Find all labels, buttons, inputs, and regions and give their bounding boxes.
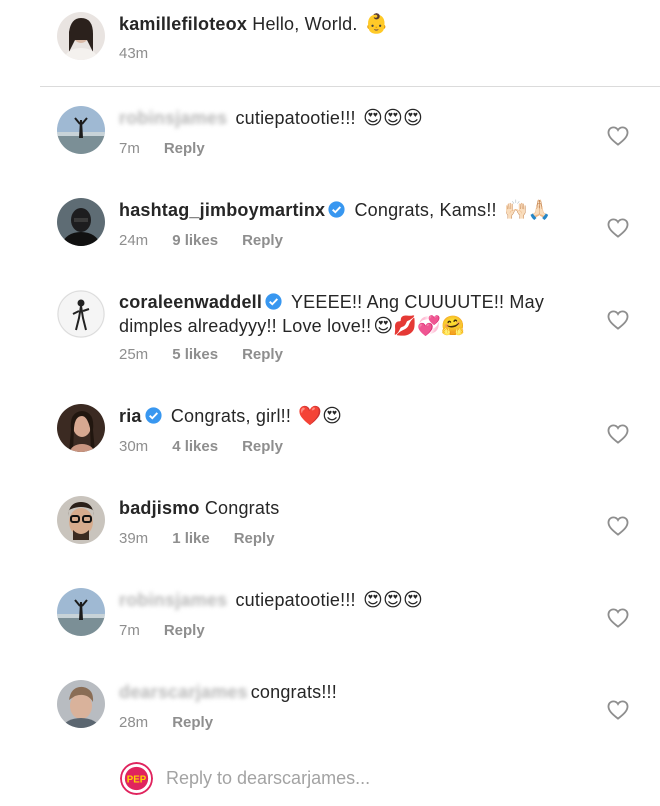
post-caption: kamillefiloteox Hello, World. 👶 43m bbox=[0, 0, 660, 86]
comment-meta: 24m 9 likes Reply bbox=[119, 232, 283, 250]
reply-input[interactable]: Reply to dearscarjames... bbox=[166, 768, 370, 789]
reply-button[interactable]: Reply bbox=[172, 714, 213, 732]
comment-item: robinsjames cutiepatootie!!! 😍😍😍 7m Repl… bbox=[0, 106, 660, 186]
caption-text: Hello, World. bbox=[252, 14, 358, 34]
comment-meta: 30m 4 likes Reply bbox=[119, 438, 283, 456]
comment-username[interactable]: dearscarjames bbox=[119, 680, 248, 704]
comment-text-line2: dimples alreadyyy!! Love love!! bbox=[119, 316, 372, 336]
comment-item: ria Congrats, girl!! ❤️😍 30m 4 likes Rep… bbox=[0, 404, 660, 484]
comment-meta: 25m 5 likes Reply bbox=[119, 346, 283, 364]
mixed-emoji: 😍💋💞🤗 bbox=[373, 315, 465, 337]
likes-count[interactable]: 4 likes bbox=[172, 438, 218, 456]
avatar-photo bbox=[57, 198, 105, 246]
avatar[interactable] bbox=[57, 106, 105, 154]
comment-meta: 7m Reply bbox=[119, 140, 205, 158]
reply-button[interactable]: Reply bbox=[242, 438, 283, 456]
comment-text: cutiepatootie!!! bbox=[235, 590, 356, 610]
caption-username[interactable]: kamillefiloteox bbox=[119, 14, 247, 34]
pep-logo-avatar: PEP bbox=[120, 762, 153, 795]
reply-button[interactable]: Reply bbox=[242, 346, 283, 364]
avatar[interactable] bbox=[57, 496, 105, 544]
comment-timestamp: 30m bbox=[119, 438, 149, 455]
comment-timestamp: 25m bbox=[119, 346, 149, 363]
verified-badge-icon bbox=[265, 293, 282, 310]
avatar-photo bbox=[57, 496, 105, 544]
comment-text: cutiepatootie!!! bbox=[235, 108, 356, 128]
avatar[interactable] bbox=[57, 12, 105, 60]
comment-username[interactable]: robinsjames bbox=[119, 106, 227, 130]
avatar-photo bbox=[57, 588, 105, 636]
likes-count[interactable]: 9 likes bbox=[172, 232, 218, 250]
comment-username[interactable]: ria bbox=[119, 406, 142, 426]
comment-item: robinsjames cutiepatootie!!! 😍😍😍 7m Repl… bbox=[0, 588, 660, 668]
comment-text-line: dearscarjames congrats!!! bbox=[119, 680, 559, 704]
comment-username[interactable]: robinsjames bbox=[119, 588, 227, 612]
avatar-photo bbox=[57, 404, 105, 452]
comment-username[interactable]: coraleenwaddell bbox=[119, 292, 262, 312]
comment-text: YEEEE!! Ang CUUUUTE!! May bbox=[290, 292, 545, 312]
comment-timestamp: 7m bbox=[119, 622, 140, 639]
heart-icon[interactable] bbox=[607, 310, 629, 330]
heart-icon[interactable] bbox=[607, 218, 629, 238]
avatar-photo bbox=[57, 290, 105, 338]
verified-badge-icon bbox=[145, 407, 162, 424]
comment-item: dearscarjames congrats!!! 28m Reply bbox=[0, 680, 660, 760]
reply-button[interactable]: Reply bbox=[242, 232, 283, 250]
heart-eyes-emoji: 😍😍😍 bbox=[362, 589, 423, 611]
heart-eyes-emoji: 😍😍😍 bbox=[362, 107, 423, 129]
comment-text-line: badjismo Congrats bbox=[119, 496, 559, 520]
comment-username[interactable]: badjismo bbox=[119, 498, 200, 518]
baby-emoji: 👶 bbox=[364, 13, 389, 35]
comment-text: Congrats, girl!! bbox=[170, 406, 292, 426]
avatar[interactable] bbox=[57, 290, 105, 338]
comment-username[interactable]: hashtag_jimboymartinx bbox=[119, 200, 325, 220]
reply-button[interactable]: Reply bbox=[234, 530, 275, 548]
avatar-photo bbox=[57, 106, 105, 154]
red-heart-emoji: ❤️😍 bbox=[298, 405, 343, 427]
avatar-photo bbox=[57, 12, 105, 60]
heart-icon[interactable] bbox=[607, 516, 629, 536]
comment-text: Congrats bbox=[204, 498, 280, 518]
heart-icon[interactable] bbox=[607, 700, 629, 720]
reply-button[interactable]: Reply bbox=[164, 622, 205, 640]
likes-count[interactable]: 5 likes bbox=[172, 346, 218, 364]
comment-text-line: robinsjames cutiepatootie!!! 😍😍😍 bbox=[119, 106, 559, 130]
comment-meta: 39m 1 like Reply bbox=[119, 530, 275, 548]
heart-icon[interactable] bbox=[607, 608, 629, 628]
avatar[interactable] bbox=[57, 198, 105, 246]
comment-timestamp: 39m bbox=[119, 530, 149, 547]
avatar[interactable] bbox=[57, 588, 105, 636]
caption-divider bbox=[40, 86, 660, 87]
comment-text-line: hashtag_jimboymartinx Congrats, Kams!! 🙌… bbox=[119, 198, 559, 222]
caption-meta: 43m bbox=[119, 45, 148, 63]
avatar-photo bbox=[57, 680, 105, 728]
comment-text-line: coraleenwaddell YEEEE!! Ang CUUUUTE!! Ma… bbox=[119, 290, 559, 338]
avatar[interactable] bbox=[57, 680, 105, 728]
comment-item: coraleenwaddell YEEEE!! Ang CUUUUTE!! Ma… bbox=[0, 290, 660, 380]
caption-text-line: kamillefiloteox Hello, World. 👶 bbox=[119, 12, 389, 36]
comment-timestamp: 28m bbox=[119, 714, 149, 731]
raising-hands-emoji: 🙌🏻🙏🏻 bbox=[503, 199, 552, 221]
likes-count[interactable]: 1 like bbox=[172, 530, 210, 548]
comment-timestamp: 7m bbox=[119, 140, 140, 157]
pep-logo-text: PEP bbox=[127, 774, 147, 785]
heart-icon[interactable] bbox=[607, 126, 629, 146]
comment-text-line: ria Congrats, girl!! ❤️😍 bbox=[119, 404, 559, 428]
comment-meta: 7m Reply bbox=[119, 622, 205, 640]
reply-button[interactable]: Reply bbox=[164, 140, 205, 158]
comment-text-line: robinsjames cutiepatootie!!! 😍😍😍 bbox=[119, 588, 559, 612]
heart-icon[interactable] bbox=[607, 424, 629, 444]
verified-badge-icon bbox=[328, 201, 345, 218]
caption-timestamp: 43m bbox=[119, 45, 149, 62]
comment-item: badjismo Congrats 39m 1 like Reply bbox=[0, 496, 660, 576]
comment-item: hashtag_jimboymartinx Congrats, Kams!! 🙌… bbox=[0, 198, 660, 278]
comment-text: Congrats, Kams!! bbox=[354, 200, 497, 220]
avatar[interactable] bbox=[57, 404, 105, 452]
comment-timestamp: 24m bbox=[119, 232, 149, 249]
comment-meta: 28m Reply bbox=[119, 714, 213, 732]
comment-text: congrats!!! bbox=[250, 682, 337, 702]
reply-bar: PEP Reply to dearscarjames... bbox=[0, 757, 660, 801]
